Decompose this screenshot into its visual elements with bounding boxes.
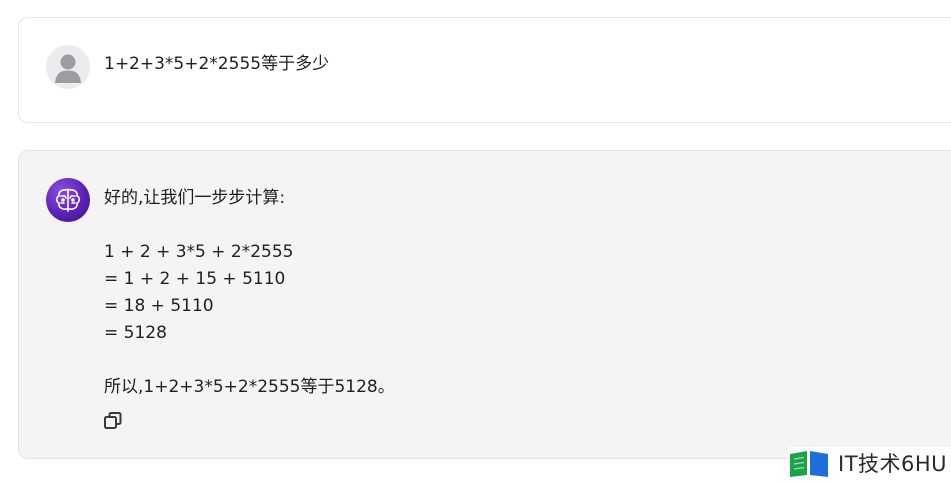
user-message-card: 1+2+3*5+2*2555等于多少 [18,17,951,123]
ai-brain-icon [46,178,90,222]
assistant-conclusion-text: 所以,1+2+3*5+2*2555等于5128。 [104,377,395,397]
calculation-step: = 1 + 2 + 15 + 5110 [104,269,286,289]
watermark-text: IT技术6HU [838,452,948,476]
watermark: IT技术6HU [788,447,951,479]
calculation-step: 1 + 2 + 3*5 + 2*2555 [104,242,294,262]
calculation-step: = 5128 [104,323,167,343]
copy-icon[interactable] [102,410,124,432]
book-logo-icon [790,451,828,477]
chat-page: 1+2+3*5+2*2555等于多少 好的,让我们一步步计算: 1 + 2 + … [0,0,951,482]
user-avatar-icon [46,45,90,89]
assistant-message-card: 好的,让我们一步步计算: 1 + 2 + 3*5 + 2*2555 = 1 + … [18,150,951,459]
user-message-text: 1+2+3*5+2*2555等于多少 [104,54,330,74]
assistant-intro-text: 好的,让我们一步步计算: [104,188,286,208]
calculation-step: = 18 + 5110 [104,296,214,316]
assistant-message-body: 好的,让我们一步步计算: 1 + 2 + 3*5 + 2*2555 = 1 + … [104,185,395,401]
